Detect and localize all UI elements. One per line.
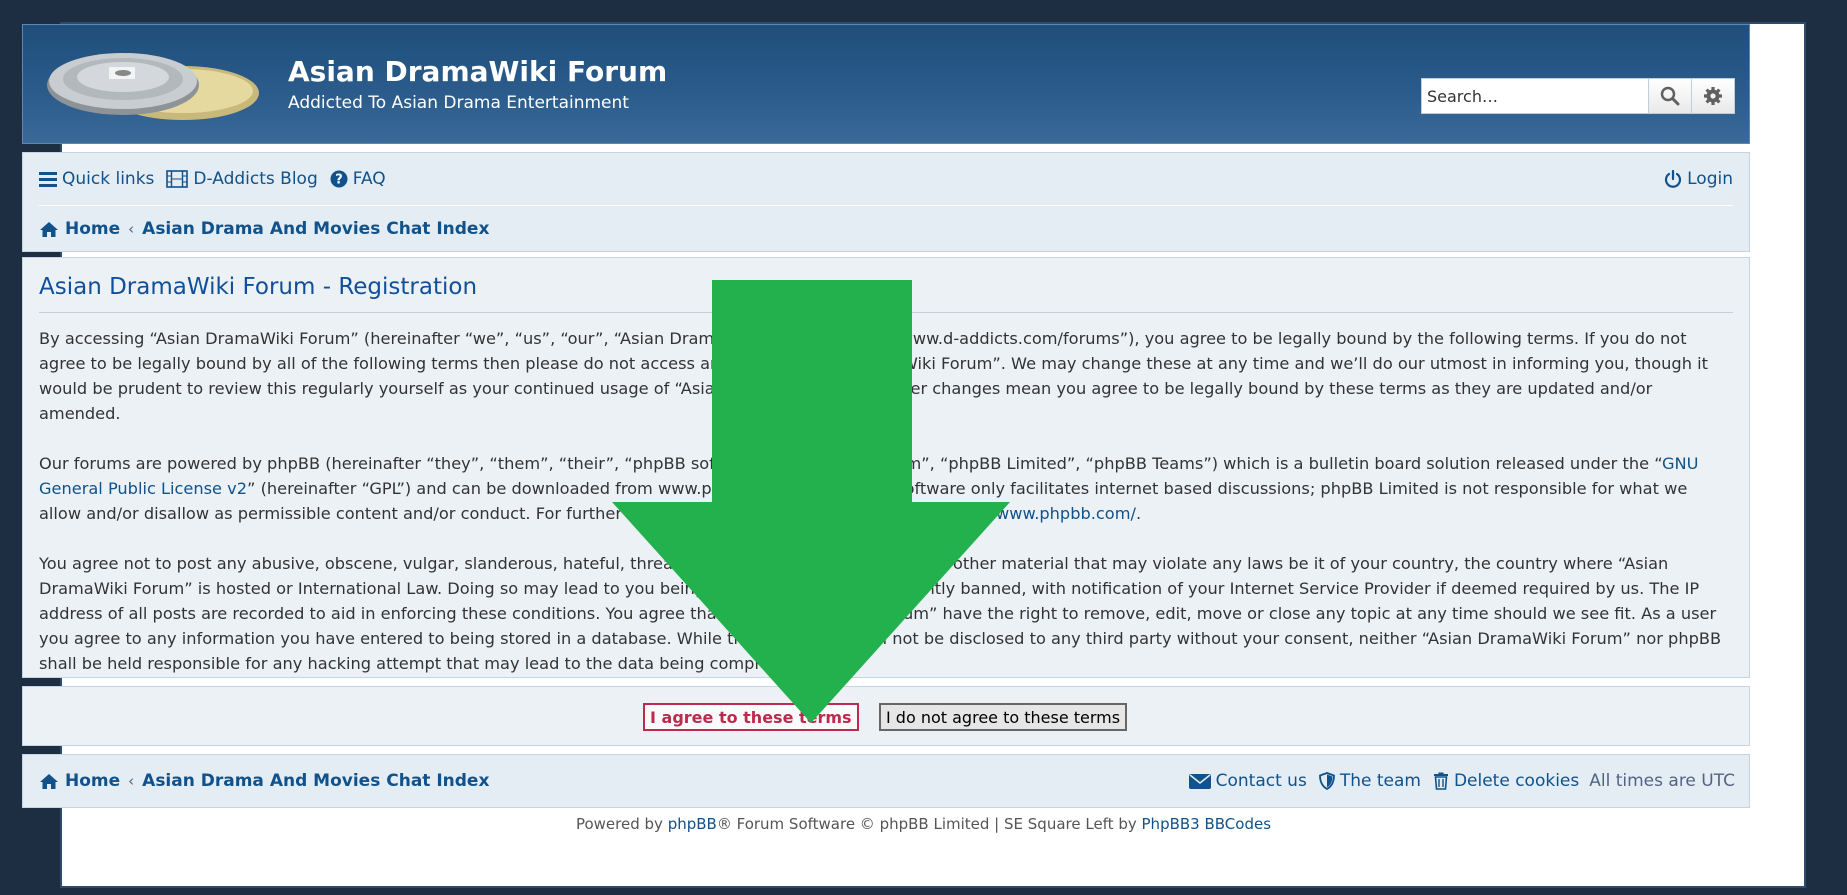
search-box <box>1421 78 1735 114</box>
site-header: Asian DramaWiki Forum Addicted To Asian … <box>22 24 1750 144</box>
breadcrumb-index[interactable]: Asian Drama And Movies Chat Index <box>142 219 489 239</box>
footer-breadcrumb: Home ‹ Asian Drama And Movies Chat Index <box>39 755 489 807</box>
delete-cookies-link[interactable]: Delete cookies <box>1433 771 1579 791</box>
contact-us-label: Contact us <box>1215 771 1307 791</box>
the-team-link[interactable]: The team <box>1318 771 1421 791</box>
blog-link[interactable]: D-Addicts Blog <box>166 169 318 189</box>
disagree-button[interactable]: I do not agree to these terms <box>879 703 1128 731</box>
powered-by-text: Powered by <box>575 815 668 833</box>
breadcrumb-home[interactable]: Home <box>39 219 120 239</box>
nav-links-row: Quick links D-Addicts Blog ? FAQ Login <box>39 153 1733 206</box>
footer-home-label: Home <box>65 771 121 791</box>
power-icon <box>1665 170 1682 188</box>
terms-paragraph-3: You agree not to post any abusive, obsce… <box>39 554 1722 673</box>
hamburger-icon <box>39 172 57 187</box>
terms-paragraph-2: Our forums are powered by phpBB (hereina… <box>39 451 1733 526</box>
advanced-search-button[interactable] <box>1691 79 1734 113</box>
search-input[interactable] <box>1422 79 1648 113</box>
breadcrumb-separator: ‹ <box>128 220 135 238</box>
film-icon <box>166 170 189 188</box>
faq-label: FAQ <box>352 169 386 189</box>
terms-text-segment: . <box>1135 504 1142 523</box>
trash-icon <box>1433 772 1448 790</box>
copyright-footer: Powered by phpBB® Forum Software © phpBB… <box>0 815 1847 833</box>
svg-text:?: ? <box>335 173 343 188</box>
breadcrumb: Home ‹ Asian Drama And Movies Chat Index <box>39 207 489 251</box>
page-title: Asian DramaWiki Forum - Registration <box>39 274 1733 313</box>
home-icon <box>40 221 58 237</box>
footer-nav: Home ‹ Asian Drama And Movies Chat Index… <box>22 754 1750 808</box>
login-link[interactable]: Login <box>1664 169 1733 189</box>
terms-text-segment: ” (hereinafter “GPL”) and can be downloa… <box>39 479 1688 523</box>
agree-button[interactable]: I agree to these terms <box>643 703 859 731</box>
footer-breadcrumb-index[interactable]: Asian Drama And Movies Chat Index <box>142 771 489 791</box>
shield-icon <box>1318 772 1335 790</box>
login-label: Login <box>1687 169 1733 189</box>
home-icon <box>40 773 58 789</box>
forum-logo-icon[interactable] <box>45 45 267 127</box>
timezone-label: All times are UTC <box>1589 771 1735 791</box>
delete-cookies-label: Delete cookies <box>1453 771 1580 791</box>
registration-panel: Asian DramaWiki Forum - Registration By … <box>22 257 1750 678</box>
footer-breadcrumb-home[interactable]: Home <box>39 771 120 791</box>
blog-label: D-Addicts Blog <box>193 169 318 189</box>
the-team-label: The team <box>1339 771 1421 791</box>
phpbb-link[interactable]: phpBB <box>668 815 717 833</box>
gear-icon <box>1704 87 1722 105</box>
search-button[interactable] <box>1648 79 1691 113</box>
breadcrumb-home-label: Home <box>65 219 121 239</box>
search-icon <box>1660 86 1680 106</box>
phpbb-url-link[interactable]: https://www.phpbb.com/ <box>938 504 1136 523</box>
envelope-icon <box>1188 773 1211 789</box>
site-title[interactable]: Asian DramaWiki Forum <box>288 55 667 88</box>
question-icon: ? <box>330 170 348 188</box>
copyright-text: ® Forum Software © phpBB Limited | SE Sq… <box>716 815 1142 833</box>
terms-paragraph-1: By accessing “Asian DramaWiki Forum” (he… <box>39 329 1708 423</box>
footer-links: Contact us The team Delete cookies All t… <box>1177 755 1735 807</box>
nav-bar: Quick links D-Addicts Blog ? FAQ Login H… <box>22 152 1750 252</box>
quick-links-label: Quick links <box>62 169 155 189</box>
bbcodes-link[interactable]: PhpBB3 BBCodes <box>1142 815 1272 833</box>
quick-links-menu[interactable]: Quick links <box>39 169 154 189</box>
breadcrumb-separator: ‹ <box>128 772 135 790</box>
terms-text: By accessing “Asian DramaWiki Forum” (he… <box>39 326 1733 701</box>
terms-text-segment: Our forums are powered by phpBB (hereina… <box>39 454 1663 473</box>
terms-actions: I agree to these terms I do not agree to… <box>22 686 1750 746</box>
contact-us-link[interactable]: Contact us <box>1188 771 1307 791</box>
site-description: Addicted To Asian Drama Entertainment <box>288 93 629 113</box>
faq-link[interactable]: ? FAQ <box>330 169 386 189</box>
